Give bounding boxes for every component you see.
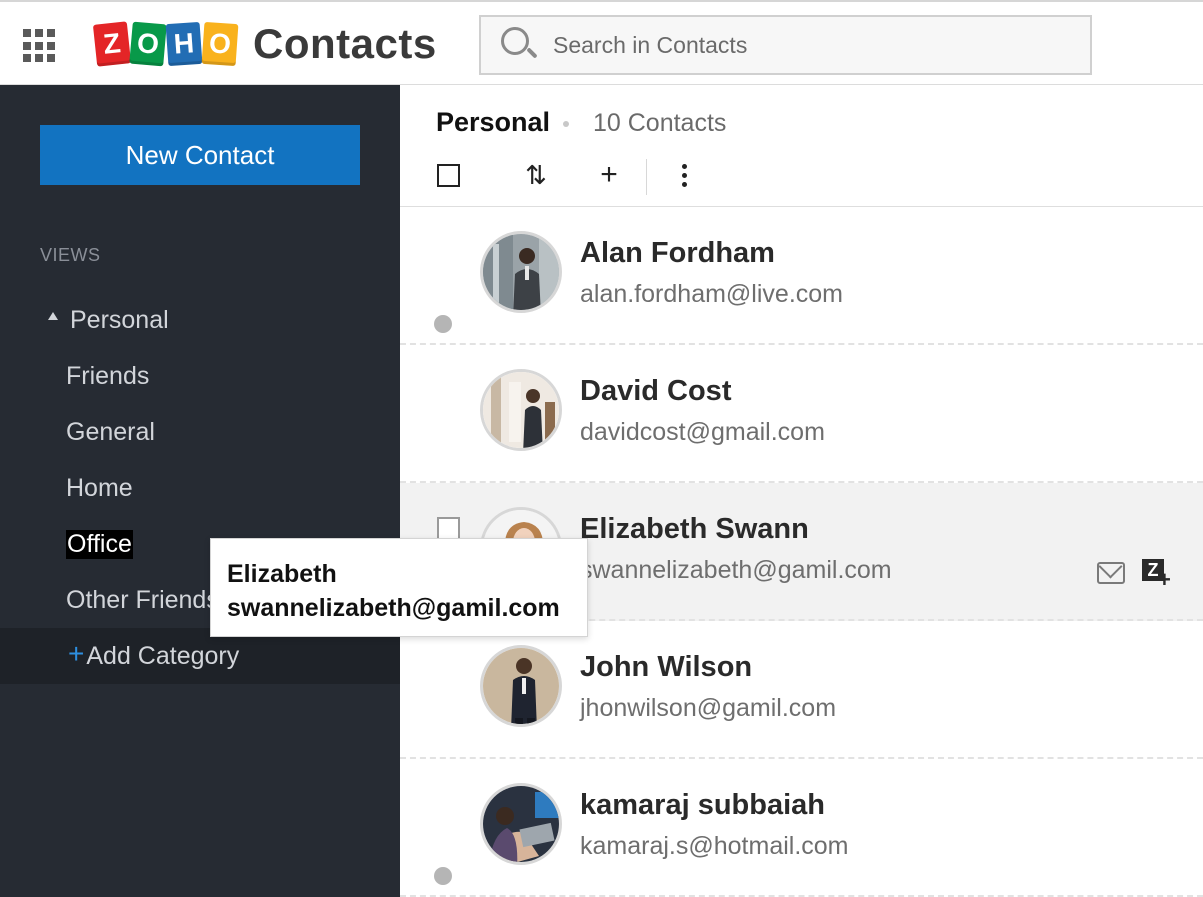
zoho-logo: Z O H O xyxy=(92,21,239,67)
status-dot xyxy=(434,867,452,885)
contact-row[interactable]: David Cost davidcost@gmail.com xyxy=(400,345,1203,483)
contact-name[interactable]: John Wilson xyxy=(580,651,752,684)
sidebar-item-label: Friends xyxy=(66,361,150,390)
sidebar: New Contact VIEWS Personal Friends Gener… xyxy=(0,85,400,897)
logo-letter-z: Z xyxy=(92,21,132,67)
separator-dot xyxy=(563,121,569,127)
app-title: Contacts xyxy=(253,20,437,67)
contact-row[interactable]: kamaraj subbaiah kamaraj.s@hotmail.com xyxy=(400,759,1203,897)
contact-email[interactable]: swannelizabeth@gamil.com xyxy=(580,556,892,585)
contact-email[interactable]: jhonwilson@gamil.com xyxy=(580,694,836,723)
toolbar-divider xyxy=(646,159,647,195)
tooltip-email: swannelizabeth@gamil.com xyxy=(227,594,560,622)
plus-icon: + xyxy=(68,638,85,669)
search-input[interactable] xyxy=(553,31,1053,59)
add-icon[interactable]: + xyxy=(596,157,622,193)
search-icon[interactable] xyxy=(499,25,539,65)
contact-name[interactable]: David Cost xyxy=(580,375,731,408)
contact-row[interactable]: John Wilson jhonwilson@gamil.com xyxy=(400,621,1203,759)
contact-list-panel: Personal 10 Contacts ⇅ + Alan Fordham al… xyxy=(400,85,1203,897)
sort-icon[interactable]: ⇅ xyxy=(520,157,552,193)
avatar[interactable] xyxy=(480,231,562,313)
top-bar: Z O H O Contacts xyxy=(0,0,1203,85)
mail-icon[interactable] xyxy=(1097,562,1125,584)
avatar[interactable] xyxy=(480,783,562,865)
sidebar-item-label: Personal xyxy=(70,305,169,334)
select-all-checkbox[interactable] xyxy=(436,157,460,193)
list-title: Personal xyxy=(436,107,551,137)
search-box[interactable] xyxy=(479,15,1092,75)
zoho-add-icon[interactable]: Z + xyxy=(1142,559,1172,591)
sidebar-item-friends[interactable]: Friends xyxy=(0,348,400,404)
contact-email[interactable]: davidcost@gmail.com xyxy=(580,418,825,447)
sidebar-item-home[interactable]: Home xyxy=(0,460,400,516)
logo-letter-o: O xyxy=(201,21,239,67)
more-options-icon[interactable] xyxy=(674,157,694,193)
contact-name[interactable]: Alan Fordham xyxy=(580,237,775,270)
sidebar-item-label: Office xyxy=(66,529,133,559)
caret-up-icon xyxy=(48,312,58,320)
contact-row[interactable]: Alan Fordham alan.fordham@live.com xyxy=(400,207,1203,345)
zoho-contacts-logo[interactable]: Z O H O Contacts xyxy=(92,20,437,68)
apps-grid-icon[interactable] xyxy=(23,29,57,63)
contact-email[interactable]: kamaraj.s@hotmail.com xyxy=(580,832,849,861)
row-checkbox[interactable] xyxy=(437,517,460,540)
list-header: Personal 10 Contacts ⇅ + xyxy=(400,85,1203,207)
tooltip-name: Elizabeth xyxy=(227,560,337,588)
contact-email[interactable]: alan.fordham@live.com xyxy=(580,280,843,309)
logo-letter-o: O xyxy=(129,21,167,67)
contact-tooltip: Elizabeth swannelizabeth@gamil.com xyxy=(210,538,588,637)
new-contact-button[interactable]: New Contact xyxy=(40,125,360,185)
logo-letter-h: H xyxy=(165,21,203,67)
sidebar-item-personal[interactable]: Personal xyxy=(0,292,400,348)
contact-name[interactable]: Elizabeth Swann xyxy=(580,513,809,546)
sidebar-item-label: Other Friends xyxy=(66,585,219,614)
views-heading: VIEWS xyxy=(40,245,101,265)
contact-name[interactable]: kamaraj subbaiah xyxy=(580,789,825,822)
add-category-label: Add Category xyxy=(86,641,240,670)
avatar[interactable] xyxy=(480,369,562,451)
sidebar-item-general[interactable]: General xyxy=(0,404,400,460)
sidebar-item-label: General xyxy=(66,417,155,446)
status-dot xyxy=(434,315,452,333)
contact-count: 10 Contacts xyxy=(593,109,727,137)
sidebar-item-label: Home xyxy=(66,473,133,502)
avatar[interactable] xyxy=(480,645,562,727)
